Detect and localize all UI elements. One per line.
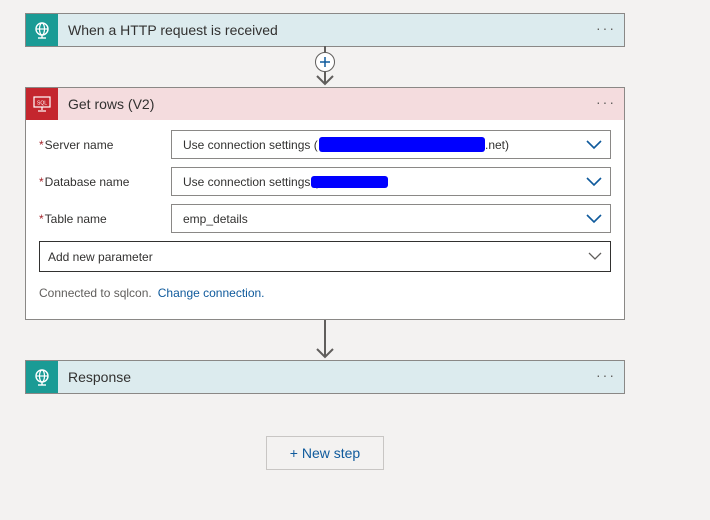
table-name-field[interactable]: emp_details [171, 204, 611, 233]
database-name-row: *Database name Use connection settings ( [39, 167, 611, 196]
new-step-button[interactable]: + New step [266, 436, 384, 470]
arrow-down-icon [316, 75, 334, 86]
connection-info: Connected to sqlcon. Change connection. [39, 286, 611, 300]
database-name-value-prefix: Use connection settings ( [183, 174, 318, 189]
more-options-icon[interactable]: ··· [596, 20, 616, 36]
more-options-icon[interactable]: ··· [596, 367, 616, 383]
http-request-icon [26, 14, 58, 46]
chevron-down-icon[interactable] [588, 251, 602, 261]
redaction-mark [319, 137, 485, 152]
required-marker: * [39, 137, 44, 152]
database-name-label: *Database name [39, 175, 171, 189]
server-name-label-text: Server name [44, 137, 114, 152]
redaction-mark [311, 176, 388, 188]
chevron-down-icon[interactable] [586, 212, 602, 224]
get-rows-card: SQL Get rows (V2) ··· *Server name Use c… [25, 87, 625, 320]
server-name-value-prefix: Use connection settings ( [183, 137, 318, 152]
trigger-card[interactable]: When a HTTP request is received ··· [25, 13, 625, 47]
http-response-icon [26, 361, 58, 393]
chevron-down-icon[interactable] [586, 175, 602, 187]
response-card[interactable]: Response ··· [25, 360, 625, 394]
more-options-icon[interactable]: ··· [596, 94, 616, 110]
table-name-label-text: Table name [44, 211, 107, 226]
response-title: Response [68, 369, 132, 385]
plus-icon [320, 57, 330, 67]
connected-text: Connected to sqlcon. [39, 286, 152, 300]
database-name-field[interactable]: Use connection settings ( [171, 167, 611, 196]
sql-icon-label: SQL [37, 101, 47, 107]
trigger-card-header[interactable]: When a HTTP request is received ··· [26, 14, 624, 46]
response-card-header[interactable]: Response ··· [26, 361, 624, 393]
get-rows-body: *Server name Use connection settings ( .… [26, 120, 624, 300]
get-rows-card-header[interactable]: SQL Get rows (V2) ··· [26, 88, 624, 120]
change-connection-link[interactable]: Change connection. [158, 286, 265, 300]
arrow-down-icon [316, 348, 334, 359]
table-name-label: *Table name [39, 212, 171, 226]
chevron-down-icon[interactable] [586, 138, 602, 150]
server-name-field[interactable]: Use connection settings ( .net) [171, 130, 611, 159]
server-name-value-suffix: .net) [485, 138, 510, 152]
add-step-button[interactable] [315, 52, 335, 72]
server-name-label: *Server name [39, 138, 171, 152]
server-name-row: *Server name Use connection settings ( .… [39, 130, 611, 159]
sql-icon: SQL [26, 88, 58, 120]
trigger-title: When a HTTP request is received [68, 22, 278, 38]
required-marker: * [39, 174, 44, 189]
required-marker: * [39, 211, 44, 226]
add-new-parameter-dropdown[interactable]: Add new parameter [39, 241, 611, 272]
get-rows-title: Get rows (V2) [68, 96, 155, 112]
table-name-row: *Table name emp_details [39, 204, 611, 233]
add-new-parameter-placeholder: Add new parameter [48, 249, 153, 264]
table-name-value: emp_details [183, 211, 248, 226]
database-name-label-text: Database name [44, 174, 130, 189]
